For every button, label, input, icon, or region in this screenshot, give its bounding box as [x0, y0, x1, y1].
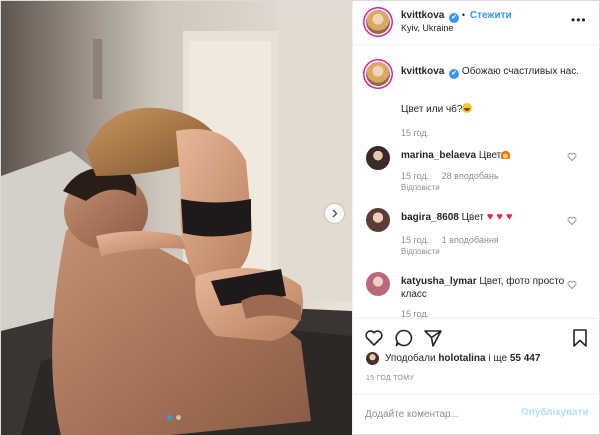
comment-item: bagira_8608 Цвет ♥ ♥ ♥ 15 год. 1 вподоба… [353, 208, 600, 268]
grin-emoji-icon [462, 103, 473, 113]
chevron-right-icon [332, 209, 338, 218]
add-comment-bar: Опублікувати [353, 394, 600, 435]
bookmark-icon[interactable] [570, 328, 590, 348]
caption: kvittkova ✔ Обожаю счастливых нас. [401, 65, 581, 79]
publish-button[interactable]: Опублікувати [521, 407, 589, 418]
like-comment-heart-icon[interactable] [567, 152, 577, 162]
liker-username[interactable]: holotalina [438, 353, 485, 364]
comment-text: Цвет [461, 212, 485, 223]
caption-username[interactable]: kvittkova [401, 66, 444, 77]
comments-list[interactable]: kvittkova ✔ Обожаю счастливых нас. Цвет … [353, 46, 600, 318]
follow-button[interactable]: Стежити [470, 10, 512, 21]
comment-likes[interactable]: 28 вподобань [442, 171, 499, 181]
comment-text: Цвет [478, 150, 502, 161]
liker-avatar[interactable] [366, 352, 379, 365]
comment-username[interactable]: katyusha_lymar [401, 276, 477, 287]
caption-line-2-row: Цвет или чб? [401, 103, 473, 115]
commenter-avatar[interactable] [366, 208, 390, 232]
like-comment-heart-icon[interactable] [567, 280, 577, 290]
comment-time: 15 год. [401, 309, 430, 318]
post-photo[interactable] [1, 1, 352, 435]
reply-button[interactable]: Відповісти [401, 247, 440, 256]
more-horizontal-icon[interactable]: ••• [571, 13, 587, 27]
likes-count[interactable]: 55 447 [510, 353, 541, 364]
red-hearts-emoji-icon: ♥ ♥ ♥ [486, 211, 513, 223]
verified-badge-icon: ✔ [449, 13, 460, 23]
comment-item: katyusha_lymar Цвет, фото просто класс 1… [353, 272, 600, 318]
carousel-dot [176, 415, 181, 420]
comment-text-row: katyusha_lymar Цвет, фото просто класс [401, 275, 566, 301]
separator-dot: • [461, 10, 466, 20]
instagram-post: kvittkova ✔ • Стежити Kyiv, Ukraine ••• … [0, 0, 600, 435]
couple-photo-illustration [1, 1, 352, 435]
post-location[interactable]: Kyiv, Ukraine [401, 23, 453, 33]
comment-meta: 15 год. 1 вподобання [401, 235, 509, 245]
likes-summary: Уподобали holotalina і ще 55 447 [353, 348, 600, 368]
comment-text-row: marina_belaeva Цвет [401, 149, 566, 162]
comment-item: marina_belaeva Цвет 15 год. 28 вподобань… [353, 146, 600, 206]
carousel-indicator [167, 415, 181, 420]
comment-text-row: bagira_8608 Цвет ♥ ♥ ♥ [401, 211, 566, 224]
post-timestamp[interactable]: 15 ГОД ТОМУ [366, 375, 414, 382]
reply-button[interactable]: Відповісти [401, 183, 440, 192]
author-avatar[interactable] [366, 10, 390, 34]
commenter-avatar[interactable] [366, 146, 390, 170]
likes-text: Уподобали holotalina і ще 55 447 [385, 353, 540, 364]
caption-line-2: Цвет или чб? [401, 104, 463, 115]
comment-time: 15 год. [401, 235, 430, 245]
author-username[interactable]: kvittkova [401, 10, 444, 21]
comment-time: 15 год. [401, 171, 430, 181]
comment-meta: 15 год. [401, 309, 439, 318]
likes-prefix: Уподобали [385, 353, 436, 364]
commenter-avatar[interactable] [366, 272, 390, 296]
verified-badge-icon: ✔ [449, 69, 460, 79]
likes-middle: і ще [488, 353, 508, 364]
post-header: kvittkova ✔ • Стежити Kyiv, Ukraine ••• [353, 1, 600, 45]
heart-outline-icon[interactable] [364, 328, 384, 348]
author-row: kvittkova ✔ • Стежити [401, 10, 512, 23]
carousel-dot-active [167, 415, 172, 420]
fire-emoji-icon [501, 149, 511, 159]
post-side-panel: kvittkova ✔ • Стежити Kyiv, Ukraine ••• … [352, 1, 600, 435]
paper-plane-icon[interactable] [423, 328, 443, 348]
caption-line-1: Обожаю счастливых нас. [461, 66, 579, 77]
comment-input[interactable] [365, 405, 515, 423]
comment-meta: 15 год. 28 вподобань [401, 171, 509, 181]
comment-likes[interactable]: 1 вподобання [442, 235, 499, 245]
caption-time: 15 год. [401, 128, 430, 138]
comment-bubble-icon[interactable] [394, 328, 414, 348]
comment-username[interactable]: marina_belaeva [401, 150, 476, 161]
comment-username[interactable]: bagira_8608 [401, 212, 459, 223]
caption-avatar[interactable] [366, 62, 390, 86]
next-slide-button[interactable] [325, 204, 344, 223]
like-comment-heart-icon[interactable] [567, 216, 577, 226]
